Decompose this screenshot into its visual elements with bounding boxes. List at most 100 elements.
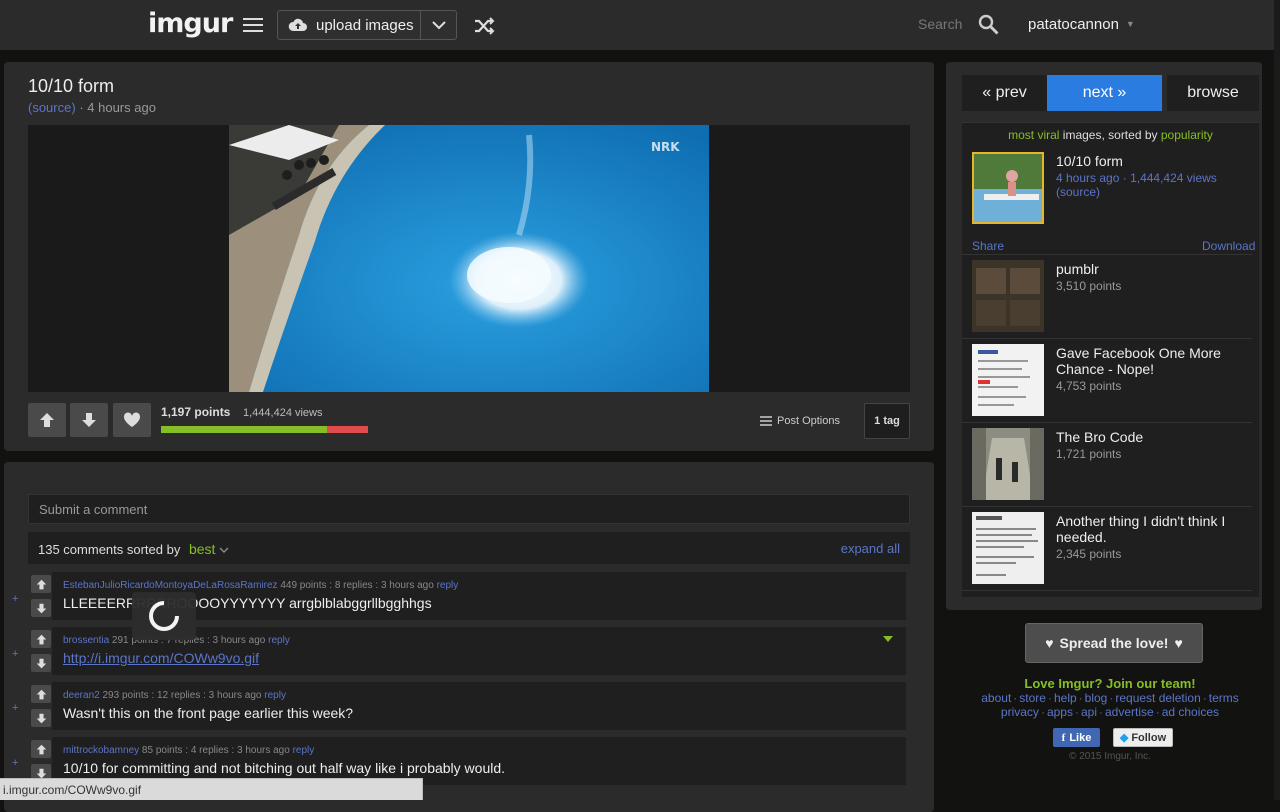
comment-upvote[interactable]	[31, 575, 51, 593]
comment-upvote[interactable]	[31, 630, 51, 648]
post-options-label: Post Options	[777, 415, 840, 427]
upload-dropdown[interactable]	[421, 11, 456, 39]
viral-filter-link[interactable]: most viral	[1008, 128, 1059, 142]
footer-link[interactable]: terms	[1209, 691, 1239, 705]
next-button[interactable]: next »	[1047, 75, 1162, 111]
expand-all-link[interactable]: expand all	[841, 541, 900, 556]
thumb-chat	[972, 344, 1044, 416]
imgur-logo[interactable]: imgur	[148, 8, 233, 39]
divider	[962, 338, 1252, 339]
viral-item-points: 1,721 points	[1056, 447, 1122, 461]
footer-link[interactable]: privacy	[1001, 705, 1039, 719]
viral-item[interactable]: The Bro Code 1,721 points	[962, 426, 1252, 506]
join-team-link[interactable]: Love Imgur? Join our team!	[946, 676, 1274, 691]
arrow-down-icon	[82, 413, 96, 427]
post-image[interactable]: NRK	[229, 125, 709, 392]
comment-input[interactable]	[28, 494, 910, 524]
search-input[interactable]: Search	[918, 16, 962, 32]
expand-comment-icon[interactable]: +	[12, 593, 18, 605]
viral-item-title: 10/10 form	[1056, 153, 1123, 169]
footer-link[interactable]: advertise	[1105, 705, 1154, 719]
viral-item-source[interactable]: (source)	[1056, 185, 1100, 199]
sidebar-panel: « prev next » browse most viral images, …	[946, 62, 1262, 610]
upload-label: upload images	[316, 16, 414, 34]
user-menu[interactable]: patatocannon ▼	[1028, 16, 1135, 33]
comment-downvote[interactable]	[31, 654, 51, 672]
reply-link[interactable]: reply	[264, 690, 286, 701]
expand-comment-icon[interactable]: +	[12, 702, 18, 714]
heart-icon: ♥	[1174, 635, 1183, 651]
thumbnail-image[interactable]	[972, 152, 1044, 224]
tags-button[interactable]: 1 tag	[864, 403, 910, 439]
comment-author[interactable]: mittrockobamney	[63, 745, 139, 756]
footer-link[interactable]: api	[1081, 705, 1097, 719]
search-icon[interactable]	[978, 14, 1000, 36]
footer-link[interactable]: store	[1019, 691, 1046, 705]
post-options-button[interactable]: Post Options	[760, 415, 840, 427]
triangle-down-icon[interactable]	[883, 636, 893, 642]
comment-upvote[interactable]	[31, 685, 51, 703]
comment-upvote[interactable]	[31, 740, 51, 758]
viral-item[interactable]: Gave Facebook One More Chance - Nope! 4,…	[962, 342, 1252, 422]
expand-comment-icon[interactable]: +	[12, 648, 18, 660]
upvote-ratio-fill	[161, 426, 327, 433]
views-count: 1,444,424 views	[243, 407, 323, 419]
sort-dropdown[interactable]: best	[189, 541, 229, 557]
comment-downvote[interactable]	[31, 599, 51, 617]
footer-link[interactable]: ad choices	[1162, 705, 1219, 719]
download-link[interactable]: Download	[1202, 239, 1255, 253]
chevron-down-icon	[431, 20, 446, 29]
viral-item-title: Gave Facebook One More Chance - Nope!	[1056, 345, 1221, 377]
prev-button[interactable]: « prev	[962, 75, 1047, 111]
thumbnail-image[interactable]	[972, 344, 1044, 416]
thumbnail-image[interactable]	[972, 512, 1044, 584]
pool-scene: NRK	[229, 125, 709, 392]
browse-button[interactable]: browse	[1167, 75, 1259, 111]
spread-the-love-button[interactable]: ♥ Spread the love! ♥	[1025, 623, 1203, 663]
comment-author[interactable]: deeran2	[63, 690, 100, 701]
viral-item[interactable]: Another thing I didn't think I needed. 2…	[962, 510, 1252, 590]
footer-link[interactable]: request deletion	[1115, 691, 1200, 705]
fb-like-label: Like	[1069, 731, 1092, 744]
sort-popularity-link[interactable]: popularity	[1161, 128, 1213, 142]
facebook-like-button[interactable]: f Like	[1053, 728, 1100, 747]
comment-text: Wasn't this on the front page earlier th…	[63, 705, 354, 721]
comment-meta: deeran2 293 points : 12 replies : 3 hour…	[63, 690, 286, 701]
arrow-up-icon	[40, 413, 54, 427]
reply-link[interactable]: reply	[268, 635, 290, 646]
expand-comment-icon[interactable]: +	[12, 757, 18, 769]
share-link[interactable]: Share	[972, 239, 1004, 253]
upload-images-button[interactable]: upload images	[277, 10, 457, 40]
footer-link[interactable]: apps	[1047, 705, 1073, 719]
copyright: © 2015 Imgur, Inc.	[1069, 751, 1151, 762]
twitter-follow-button[interactable]: ◆ Follow	[1113, 728, 1173, 747]
menu-icon[interactable]	[243, 18, 263, 32]
comment-meta: EstebanJulioRicardoMontoyaDeLaRosaRamire…	[63, 580, 458, 591]
viral-item-current[interactable]: 10/10 form 4 hours ago · 1,444,424 views…	[962, 150, 1255, 254]
comment-stats: 293 points : 12 replies : 3 hours ago	[102, 690, 262, 701]
comment-link[interactable]: http://i.imgur.com/COWw9vo.gif	[63, 650, 259, 666]
footer-link[interactable]: about	[981, 691, 1011, 705]
viral-item-title: The Bro Code	[1056, 429, 1144, 445]
reply-link[interactable]: reply	[293, 745, 315, 756]
footer-link[interactable]: help	[1054, 691, 1077, 705]
thumbnail-image[interactable]	[972, 260, 1044, 332]
list-icon	[760, 416, 772, 426]
divider	[962, 254, 1252, 255]
favorite-button[interactable]	[113, 403, 151, 437]
shuffle-icon[interactable]	[473, 15, 495, 37]
arrow-down-icon	[36, 603, 46, 613]
comment-author[interactable]: brossentia	[63, 635, 109, 646]
thumbnail-image[interactable]	[972, 428, 1044, 500]
reply-link[interactable]: reply	[437, 580, 459, 591]
downvote-button[interactable]	[70, 403, 108, 437]
upload-main[interactable]: upload images	[278, 11, 421, 39]
cloud-upload-icon	[288, 18, 307, 31]
arrow-down-icon	[36, 658, 46, 668]
comment-author[interactable]: EstebanJulioRicardoMontoyaDeLaRosaRamire…	[63, 580, 278, 591]
footer-link[interactable]: blog	[1085, 691, 1108, 705]
viral-item[interactable]: pumblr 3,510 points	[962, 258, 1252, 338]
source-link[interactable]: (source)	[28, 100, 76, 115]
upvote-button[interactable]	[28, 403, 66, 437]
comment-downvote[interactable]	[31, 709, 51, 727]
